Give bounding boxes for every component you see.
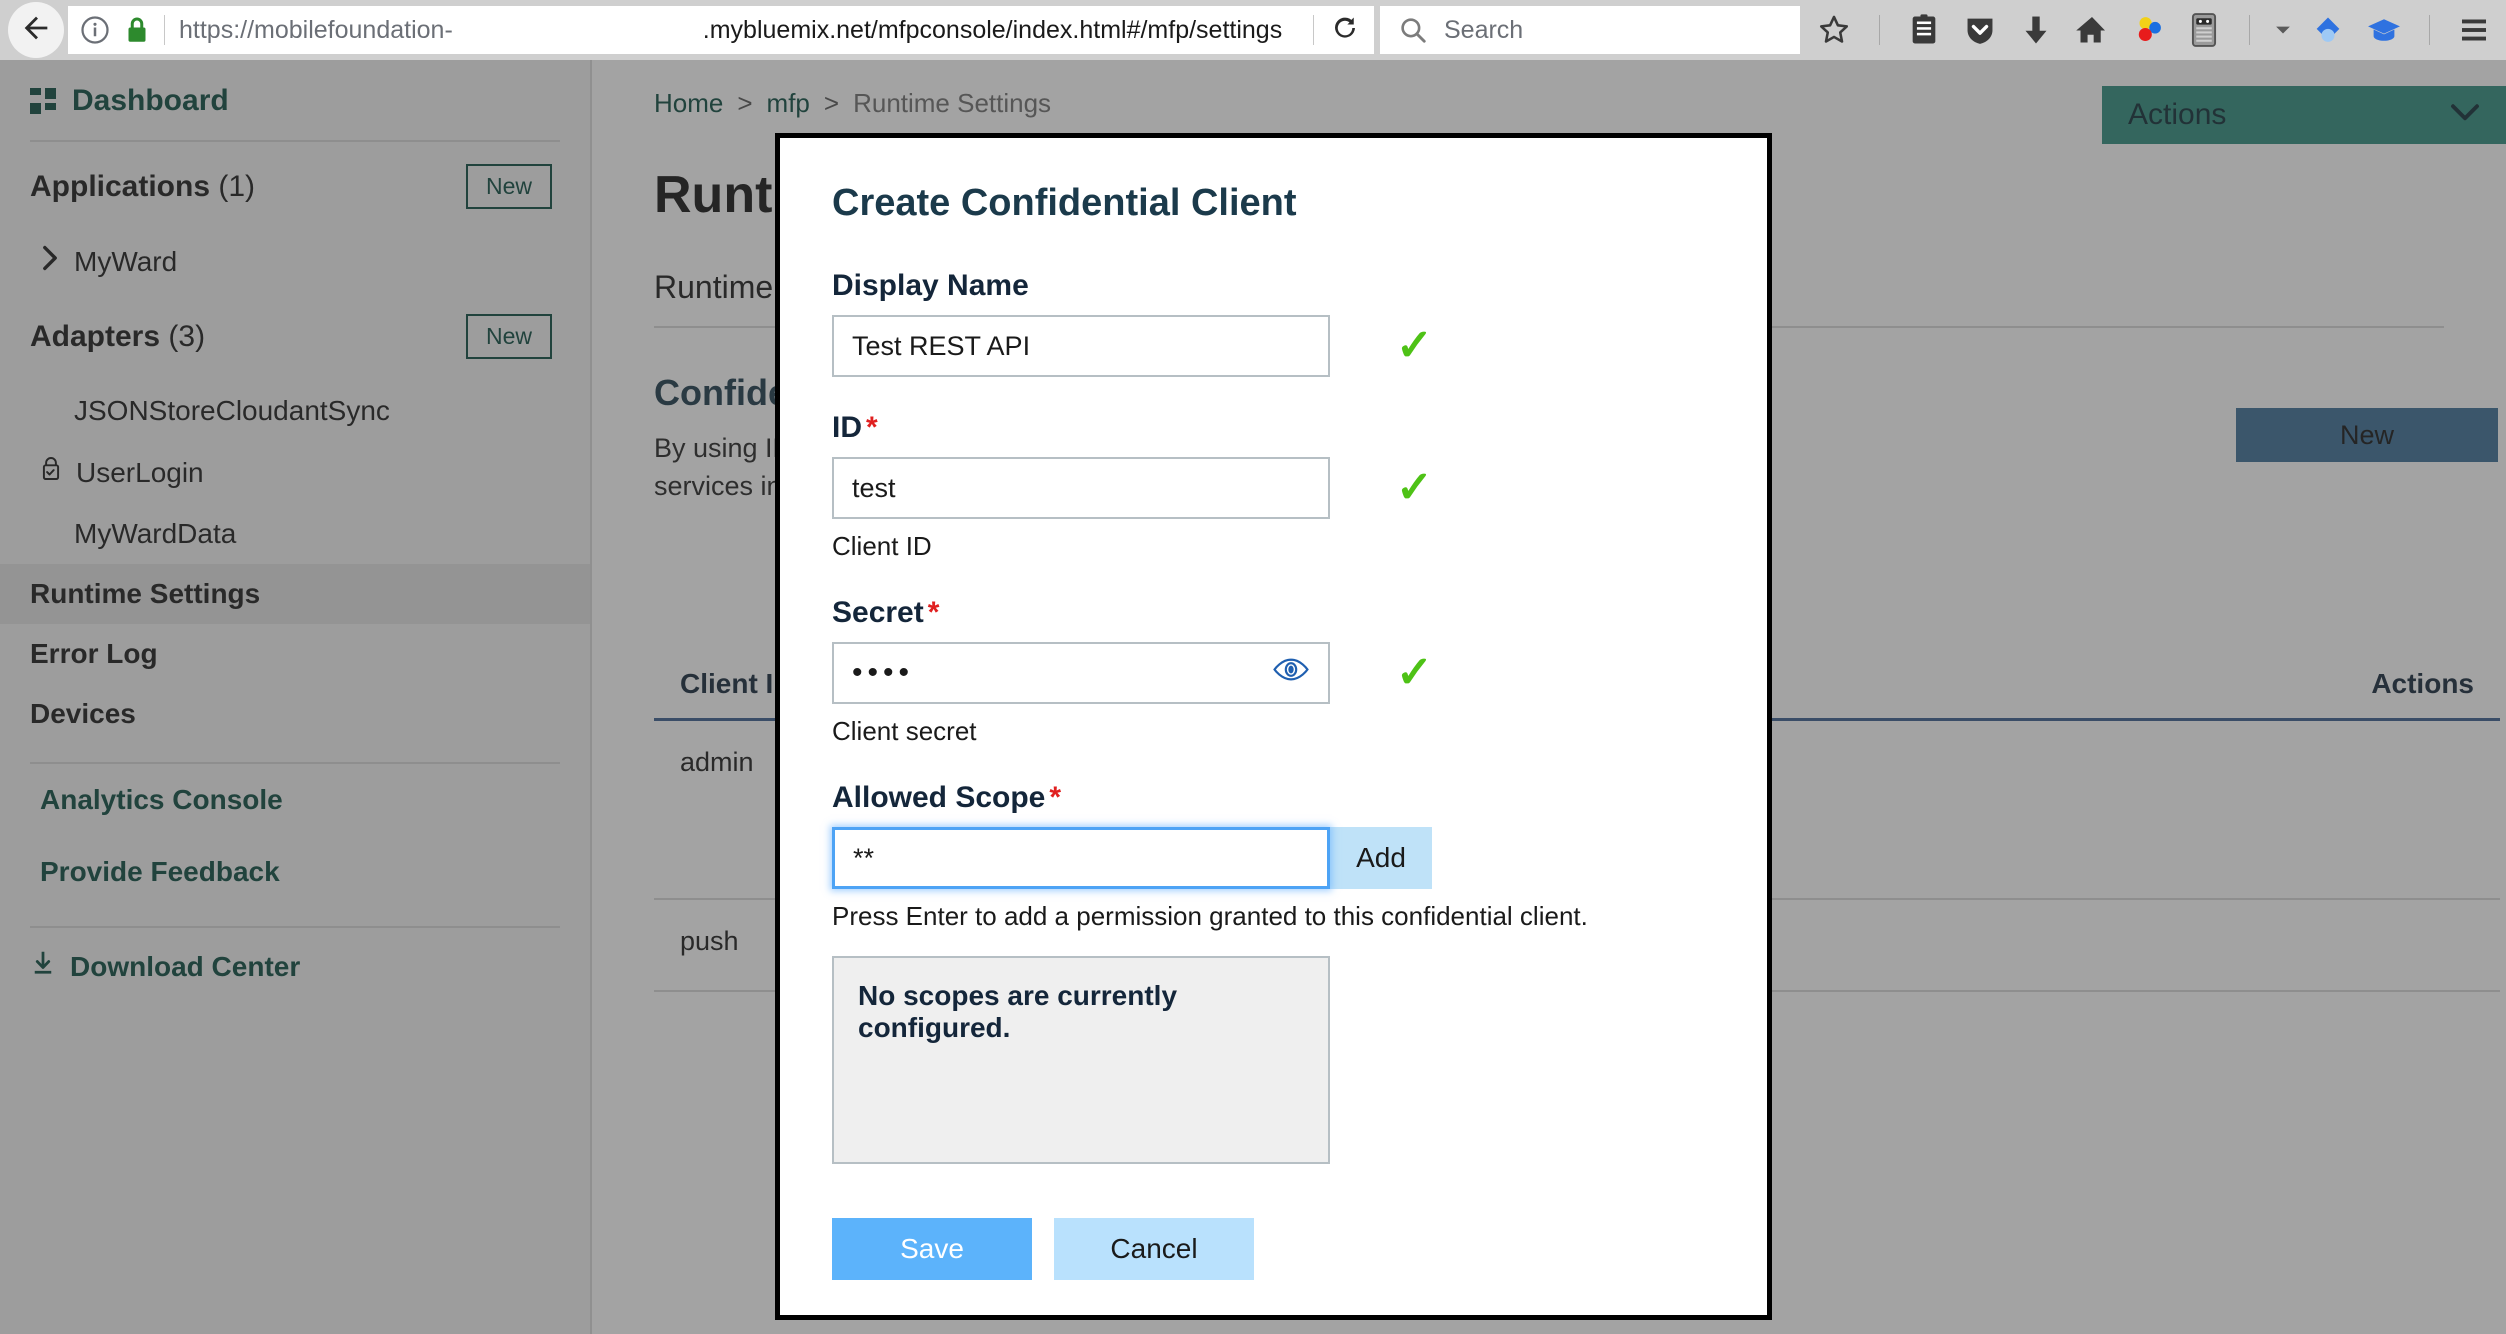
field-display-name: Display Name Test REST API ✓: [832, 269, 1715, 377]
home-icon[interactable]: [2064, 2, 2120, 58]
info-circle-icon[interactable]: [80, 15, 110, 45]
secret-value: ••••: [852, 656, 914, 690]
url-bar[interactable]: https://mobilefoundation- .mybluemix.net/…: [68, 6, 1374, 54]
reload-divider: [1313, 15, 1314, 45]
robot-icon[interactable]: [2176, 2, 2232, 58]
download-arrow-icon[interactable]: [2008, 2, 2064, 58]
url-divider: [164, 15, 165, 45]
field-secret: Secret* •••• ✓ Client secret: [832, 596, 1715, 747]
reload-button[interactable]: [1316, 13, 1374, 48]
pocket-shield-icon[interactable]: [1952, 2, 2008, 58]
toolbar-divider-2: [2232, 2, 2266, 58]
browser-toolbar: https://mobilefoundation- .mybluemix.net/…: [0, 0, 2506, 60]
balloons-icon[interactable]: [2120, 2, 2176, 58]
configured-scopes-box: No scopes are currently configured.: [832, 956, 1330, 1164]
chevron-down-icon[interactable]: [2266, 2, 2300, 58]
create-confidential-client-dialog: Create Confidential Client Display Name …: [775, 133, 1772, 1320]
dialog-title: Create Confidential Client: [832, 182, 1715, 225]
checkmark-icon: ✓: [1396, 466, 1433, 510]
label-id: ID*: [832, 411, 1715, 445]
url-suffix: .mybluemix.net/mfpconsole/index.html#/mf…: [703, 16, 1282, 44]
cancel-button[interactable]: Cancel: [1054, 1218, 1254, 1280]
label-text: Allowed Scope: [832, 781, 1045, 814]
toolbar-divider-1: [1862, 2, 1896, 58]
site-identity[interactable]: [68, 15, 150, 45]
save-button[interactable]: Save: [832, 1218, 1032, 1280]
required-marker: *: [866, 411, 878, 444]
field-allowed-scope: Allowed Scope* ** Add Press Enter to add…: [832, 781, 1715, 1164]
star-icon[interactable]: [1806, 2, 1862, 58]
label-text: Secret: [832, 596, 924, 629]
back-arrow-icon: [19, 11, 53, 50]
allowed-scope-row: ** Add: [832, 827, 1715, 889]
add-scope-button[interactable]: Add: [1330, 827, 1432, 889]
helper-secret: Client secret: [832, 716, 1715, 747]
label-display-name: Display Name: [832, 269, 1715, 303]
label-secret: Secret*: [832, 596, 1715, 630]
checkmark-icon: ✓: [1396, 324, 1433, 368]
toolbar-divider-3: [2412, 2, 2446, 58]
required-marker: *: [928, 596, 940, 629]
graduation-cap-icon[interactable]: [2356, 2, 2412, 58]
required-marker: *: [1049, 781, 1061, 814]
eye-icon[interactable]: [1272, 657, 1310, 690]
url-prefix: https://mobilefoundation-: [179, 16, 453, 44]
label-text: Display Name: [832, 269, 1029, 302]
allowed-scope-input[interactable]: **: [832, 827, 1330, 889]
display-name-input[interactable]: Test REST API: [832, 315, 1330, 377]
id-input[interactable]: test: [832, 457, 1330, 519]
search-input[interactable]: Search: [1444, 16, 1523, 45]
lock-icon[interactable]: [124, 15, 150, 45]
hamburger-menu-icon[interactable]: [2446, 2, 2502, 58]
secret-input[interactable]: ••••: [832, 642, 1330, 704]
label-allowed-scope: Allowed Scope*: [832, 781, 1715, 815]
url-text[interactable]: https://mobilefoundation- .mybluemix.net/…: [179, 16, 1311, 45]
reading-list-icon[interactable]: [1896, 2, 1952, 58]
helper-allowed-scope: Press Enter to add a permission granted …: [832, 901, 1715, 932]
url-redacted-region: [453, 18, 703, 44]
field-id: ID* test ✓ Client ID: [832, 411, 1715, 562]
reload-icon: [1330, 13, 1360, 48]
back-button[interactable]: [8, 2, 64, 58]
label-text: ID: [832, 411, 862, 444]
no-scopes-message: No scopes are currently configured.: [858, 980, 1177, 1043]
dialog-actions: Save Cancel: [832, 1218, 1715, 1280]
browser-extension-toolbar: [1806, 2, 2506, 58]
checkmark-icon: ✓: [1396, 651, 1433, 695]
diamond-icon[interactable]: [2300, 2, 2356, 58]
search-icon: [1398, 15, 1428, 45]
browser-search-bar[interactable]: Search: [1380, 6, 1800, 54]
helper-id: Client ID: [832, 531, 1715, 562]
